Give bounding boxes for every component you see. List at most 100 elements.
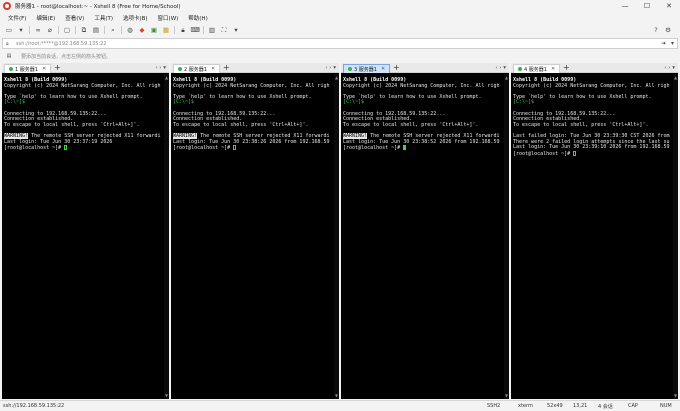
go-arrow-icon[interactable]: ➜ bbox=[661, 40, 666, 47]
xshell-app-icon[interactable] bbox=[3, 2, 11, 10]
scrollbar[interactable]: ▲ ▼ bbox=[673, 74, 678, 399]
unlink-icon[interactable]: ⌀ bbox=[46, 26, 54, 34]
scroll-down-icon[interactable]: ▼ bbox=[334, 393, 339, 398]
scroll-up-icon[interactable]: ▲ bbox=[673, 75, 678, 80]
more-icon[interactable]: ▾ bbox=[232, 26, 240, 34]
keyboard-icon[interactable]: ⌨ bbox=[190, 26, 199, 34]
shell-prompt: [root@localhost ~]# bbox=[513, 150, 574, 157]
tab-nav-arrows-icon[interactable]: ‹ › ▾ bbox=[495, 63, 506, 73]
shell-prompt: [root@localhost ~]# bbox=[4, 145, 65, 152]
dropdown-icon[interactable]: ▾ bbox=[671, 40, 674, 47]
menu-edit[interactable]: 编辑(E) bbox=[36, 14, 55, 22]
menu-window[interactable]: 窗口(W) bbox=[158, 14, 179, 22]
tab-strip: 1 服务器1 ✕ + ‹ › ▾ bbox=[2, 63, 169, 73]
menu-view[interactable]: 查看(V) bbox=[65, 14, 84, 22]
toolbar-divider bbox=[58, 26, 59, 34]
tab-nav-arrows-icon[interactable]: ‹ › ▾ bbox=[325, 63, 336, 73]
maximize-button[interactable]: ☐ bbox=[636, 0, 658, 12]
script-icon[interactable]: ▥ bbox=[208, 26, 216, 34]
tab-nav-arrows-icon[interactable]: ‹ › ▾ bbox=[155, 63, 166, 73]
shell-prompt: [root@localhost ~]# bbox=[343, 145, 404, 152]
terminal-output[interactable]: Xshell 8 (Build 0099) Copyright (c) 2024… bbox=[2, 74, 164, 399]
tab-close-icon[interactable]: ✕ bbox=[42, 66, 46, 72]
tab-session-1[interactable]: 1 服务器1 ✕ bbox=[4, 64, 52, 73]
help-icon[interactable]: ? bbox=[652, 26, 660, 34]
terminal-prompt-line: [root@localhost ~]# bbox=[173, 145, 334, 151]
tab-strip: 4 服务器1 ✕ + ‹ › ▾ bbox=[511, 63, 678, 73]
address-field[interactable]: ssh://root:*****@192.168.59.135:22 bbox=[16, 41, 106, 47]
find-icon[interactable]: ⌕ bbox=[109, 26, 117, 34]
status-session-count: 4 会话 bbox=[598, 404, 613, 410]
add-session-arrow-icon[interactable]: ▤ bbox=[5, 52, 13, 60]
address-bar[interactable]: 🔒︎ ssh://root:*****@192.168.59.135:22 ➜ … bbox=[2, 38, 678, 49]
terminal-line: Copyright (c) 2024 NetSarang Computer, I… bbox=[173, 82, 330, 89]
tab-nav-arrows-icon[interactable]: ‹ › ▾ bbox=[664, 63, 675, 73]
scroll-up-icon[interactable]: ▲ bbox=[334, 75, 339, 80]
connected-status-icon bbox=[178, 67, 182, 71]
terminal-cursor bbox=[233, 145, 237, 151]
terminal-cursor bbox=[64, 145, 68, 151]
scrollbar[interactable]: ▲ ▼ bbox=[164, 74, 169, 399]
new-session-icon[interactable]: ▭ bbox=[5, 26, 13, 34]
terminal-line: Copyright (c) 2024 NetSarang Computer, I… bbox=[513, 82, 670, 89]
add-tab-icon[interactable]: + bbox=[223, 63, 230, 73]
scrollbar[interactable]: ▲ ▼ bbox=[504, 74, 509, 399]
terminal-output[interactable]: Xshell 8 (Build 0099) Copyright (c) 2024… bbox=[171, 74, 334, 399]
scroll-down-icon[interactable]: ▼ bbox=[504, 393, 509, 398]
transfer-icon[interactable]: ▦ bbox=[162, 26, 170, 34]
terminal-pane-4[interactable]: 4 服务器1 ✕ + ‹ › ▾ Xshell 8 (Build 0099) C… bbox=[511, 63, 678, 399]
menu-tools[interactable]: 工具(T) bbox=[94, 14, 113, 22]
title-bar: 服务器1 - root@localhost:~ - Xshell 8 (Free… bbox=[0, 0, 680, 12]
settings-icon[interactable]: ⚙ bbox=[664, 26, 672, 34]
tab-session-4[interactable]: 4 服务器1 ✕ bbox=[513, 64, 561, 73]
window-controls: — ☐ ✕ bbox=[614, 0, 680, 12]
tab-close-icon[interactable]: ✕ bbox=[381, 66, 385, 72]
scrollbar[interactable]: ▲ ▼ bbox=[334, 74, 339, 399]
tab-session-3[interactable]: 3 服务器1 ✕ bbox=[343, 64, 391, 73]
paste-icon[interactable]: ▤ bbox=[92, 26, 100, 34]
toolbar-divider bbox=[174, 26, 175, 34]
close-button[interactable]: ✕ bbox=[658, 0, 680, 12]
terminal-pane-3[interactable]: 3 服务器1 ✕ + ‹ › ▾ Xshell 8 (Build 0099) C… bbox=[341, 63, 509, 399]
toolbar-divider bbox=[75, 26, 76, 34]
connected-status-icon bbox=[9, 67, 13, 71]
scroll-down-icon[interactable]: ▼ bbox=[673, 393, 678, 398]
add-tab-icon[interactable]: + bbox=[54, 63, 61, 73]
session-hint: 要添加当前会话，点击左侧的箭头按钮。 bbox=[21, 53, 112, 60]
menu-help[interactable]: 帮助(H) bbox=[188, 14, 207, 22]
toolbar-divider bbox=[203, 26, 204, 34]
tab-session-2[interactable]: 2 服务器1 ✕ bbox=[173, 64, 221, 73]
terminal-output[interactable]: Xshell 8 (Build 0099) Copyright (c) 2024… bbox=[511, 74, 673, 399]
status-num-lock: NUM bbox=[660, 403, 672, 409]
menu-file[interactable]: 文件(F) bbox=[8, 14, 26, 22]
add-tab-icon[interactable]: + bbox=[563, 63, 570, 73]
compose-icon[interactable]: ▣ bbox=[150, 26, 158, 34]
status-terminal-type: xterm bbox=[518, 403, 533, 409]
tab-close-icon[interactable]: ✕ bbox=[211, 66, 215, 72]
copy-icon[interactable]: ⧉ bbox=[80, 26, 88, 34]
toolbar-divider bbox=[29, 26, 30, 34]
connected-status-icon bbox=[348, 67, 352, 71]
open-folder-icon[interactable]: ▾ bbox=[17, 26, 25, 34]
add-tab-icon[interactable]: + bbox=[393, 63, 400, 73]
status-window-size: 52x49 bbox=[547, 403, 563, 409]
fullscreen-icon[interactable]: ⛶ bbox=[220, 26, 228, 34]
terminal-pane-1[interactable]: 1 服务器1 ✕ + ‹ › ▾ Xshell 8 (Build 0099) C… bbox=[2, 63, 169, 399]
new-tab-icon[interactable]: ▢ bbox=[63, 26, 71, 34]
color-scheme-icon[interactable]: ◆ bbox=[138, 26, 146, 34]
scroll-down-icon[interactable]: ▼ bbox=[164, 393, 169, 398]
terminal-output[interactable]: Xshell 8 (Build 0099) Copyright (c) 2024… bbox=[341, 74, 504, 399]
scroll-up-icon[interactable]: ▲ bbox=[504, 75, 509, 80]
globe-icon[interactable]: ◍ bbox=[126, 26, 134, 34]
tab-label: 3 服务器1 bbox=[354, 66, 377, 73]
lock-icon[interactable]: 🔒︎ bbox=[179, 26, 187, 34]
terminal-pane-2[interactable]: 2 服务器1 ✕ + ‹ › ▾ Xshell 8 (Build 0099) C… bbox=[171, 63, 339, 399]
link-icon[interactable]: ∞ bbox=[34, 26, 42, 34]
scroll-up-icon[interactable]: ▲ bbox=[164, 75, 169, 80]
minimize-button[interactable]: — bbox=[614, 0, 636, 12]
tab-label: 2 服务器1 bbox=[184, 66, 207, 73]
terminal-prompt-line: [root@localhost ~]# bbox=[4, 145, 164, 151]
status-connection: ssh://192.168.59.135:22 bbox=[3, 403, 65, 409]
menu-tabs[interactable]: 选项卡(B) bbox=[123, 14, 148, 22]
tab-close-icon[interactable]: ✕ bbox=[551, 66, 555, 72]
